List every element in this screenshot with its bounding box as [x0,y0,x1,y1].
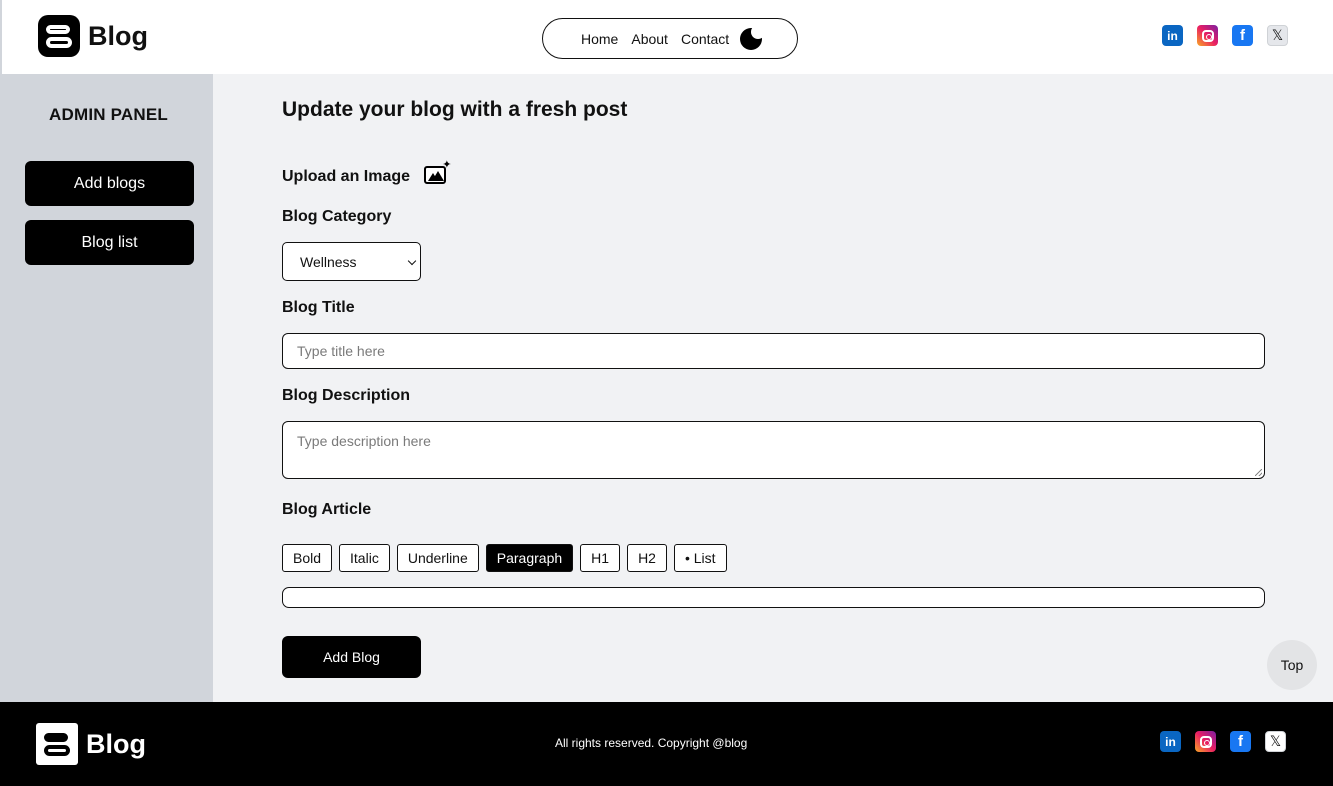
header: Blog Home About Contact in f 𝕏 [0,0,1333,74]
paragraph-button[interactable]: Paragraph [485,544,574,572]
footer-socials: in f 𝕏 [1160,731,1286,752]
resize-handle-icon[interactable] [1255,469,1262,476]
linkedin-icon[interactable]: in [1160,731,1181,752]
x-icon[interactable]: 𝕏 [1267,25,1288,46]
linkedin-icon[interactable]: in [1162,25,1183,46]
editor-toolbar: Bold Italic Underline Paragraph H1 H2 • … [282,544,727,572]
article-editor[interactable] [282,587,1265,608]
sidebar-item-blog-list[interactable]: Blog list [25,220,194,265]
main-nav: Home About Contact [542,18,798,59]
logo-text: Blog [88,20,148,51]
nav-contact[interactable]: Contact [681,31,729,47]
sidebar-title: ADMIN PANEL [49,105,168,124]
nav-home[interactable]: Home [581,31,618,47]
image-upload-icon[interactable]: ✦ [424,160,451,184]
main-content: Update your blog with a fresh post Uploa… [213,74,1333,702]
sidebar-item-add-blogs[interactable]: Add blogs [25,161,194,206]
sidebar: ADMIN PANEL Add blogs Blog list [0,74,213,702]
footer-logo-text: Blog [86,728,146,759]
header-logo[interactable]: Blog [38,15,148,57]
header-socials: in f 𝕏 [1162,25,1288,46]
title-placeholder: Type title here [297,343,385,359]
category-label: Blog Category [282,208,392,225]
list-button[interactable]: • List [673,544,727,572]
nav-about[interactable]: About [631,31,668,47]
facebook-icon[interactable]: f [1230,731,1251,752]
footer-logo[interactable]: Blog [36,723,146,765]
x-icon[interactable]: 𝕏 [1265,731,1286,752]
description-label: Blog Description [282,387,411,404]
title-label: Blog Title [282,299,355,316]
category-select[interactable]: Wellness [282,242,421,281]
bold-button[interactable]: Bold [282,544,333,572]
category-select-value: Wellness [300,253,357,270]
underline-button[interactable]: Underline [396,544,479,572]
italic-button[interactable]: Italic [339,544,390,572]
h1-button[interactable]: H1 [580,544,621,572]
upload-image-label: Upload an Image [282,168,411,186]
chevron-down-icon [407,256,417,266]
scroll-top-button[interactable]: Top [1267,640,1317,690]
blogger-logo-icon [36,723,78,765]
instagram-icon[interactable] [1195,731,1216,752]
title-input[interactable]: Type title here [282,333,1265,369]
moon-icon[interactable] [740,24,766,50]
instagram-icon[interactable] [1197,25,1218,46]
upload-image-row[interactable]: Upload an Image ✦ [282,160,451,186]
description-placeholder: Type description here [297,433,431,449]
h2-button[interactable]: H2 [627,544,667,572]
copyright-text: All rights reserved. Copyright @blog [555,736,748,750]
page-title: Update your blog with a fresh post [282,98,628,121]
footer: Blog All rights reserved. Copyright @blo… [0,702,1333,786]
blogger-logo-icon [38,15,80,57]
facebook-icon[interactable]: f [1232,25,1253,46]
add-blog-button[interactable]: Add Blog [282,636,421,678]
article-label: Blog Article [282,501,372,518]
description-textarea[interactable]: Type description here [282,421,1265,479]
